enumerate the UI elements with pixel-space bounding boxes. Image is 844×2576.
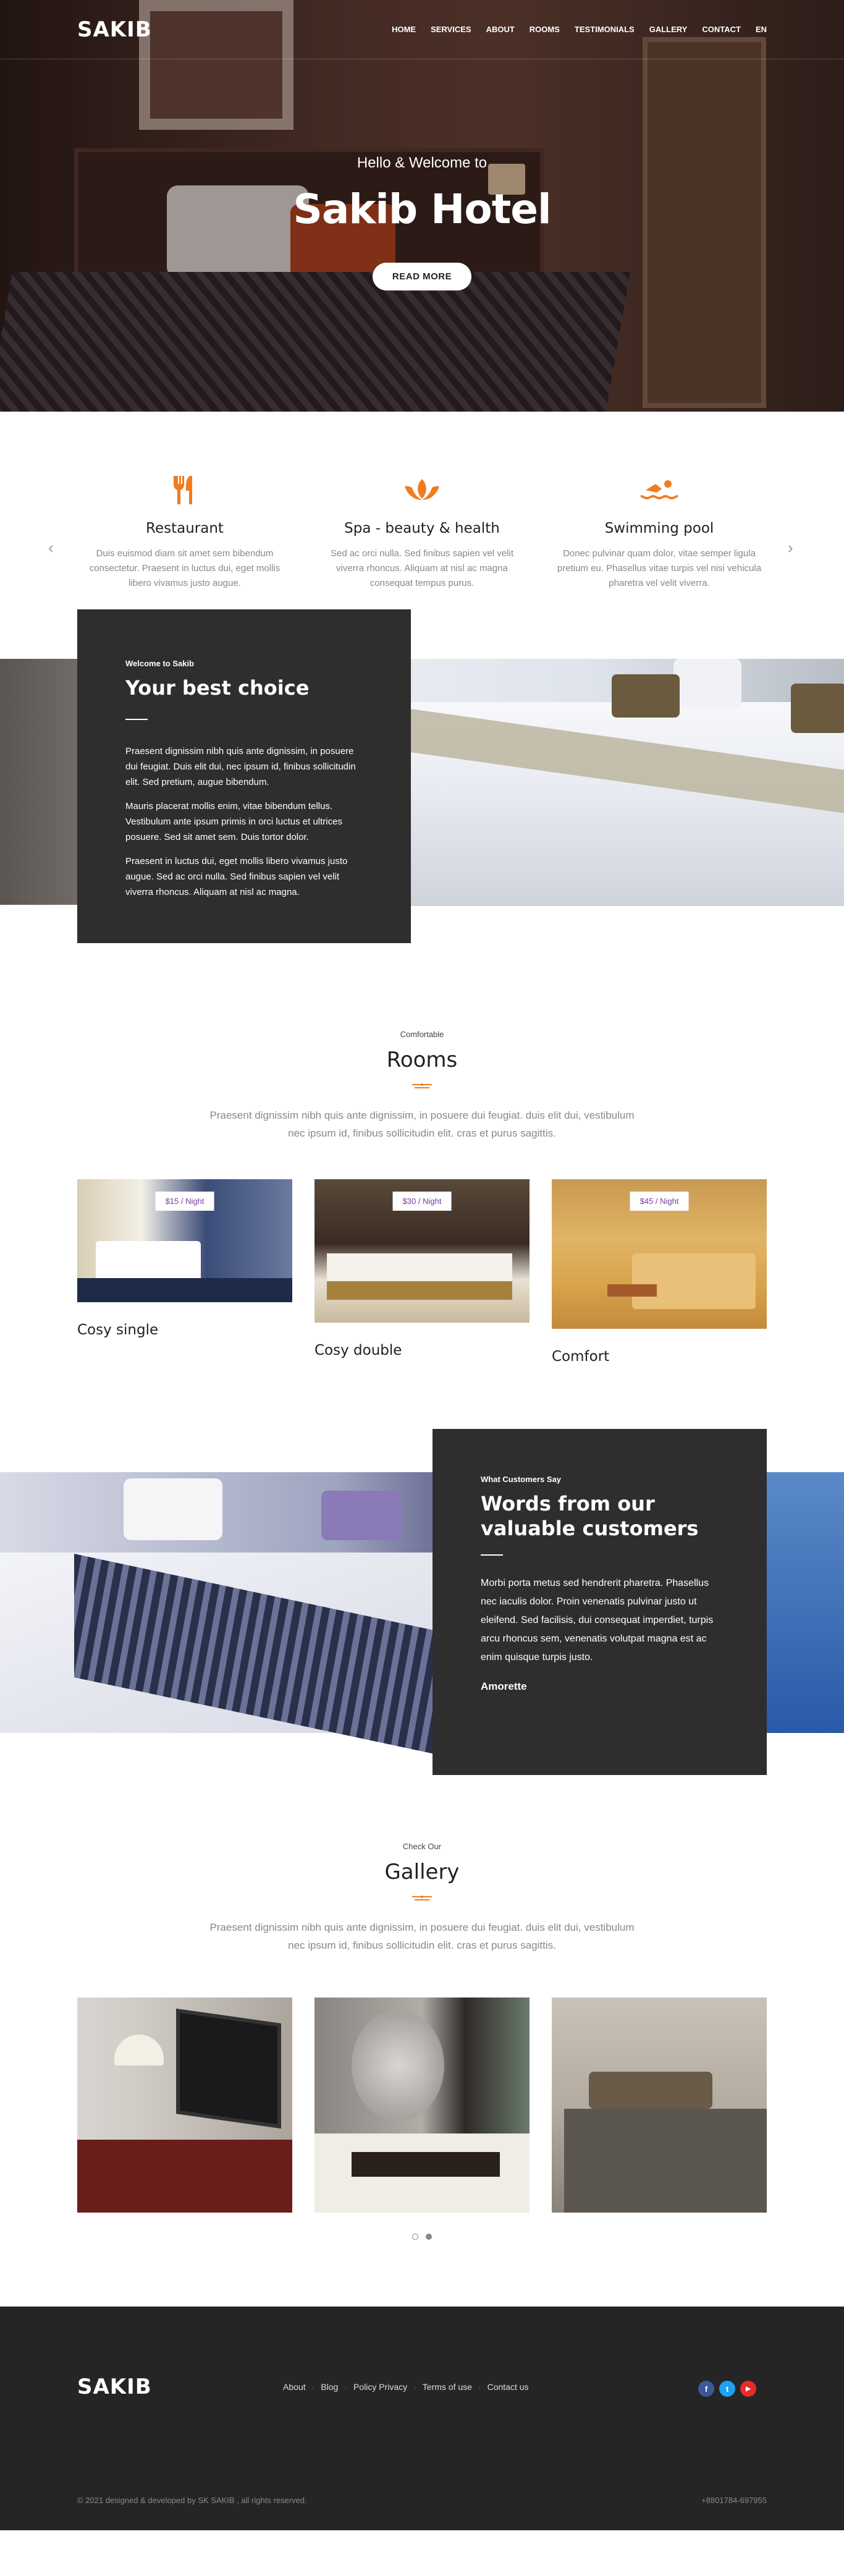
nav-item-contact[interactable]: CONTACT bbox=[702, 25, 741, 34]
footer-links: About · Blog · Policy Privacy · Terms of… bbox=[283, 2382, 529, 2392]
facebook-icon[interactable]: f bbox=[698, 2381, 714, 2397]
about-paragraph: Praesent dignissim nibh quis ante dignis… bbox=[125, 746, 356, 787]
about-paragraph: Mauris placerat mollis enim, vitae biben… bbox=[125, 801, 342, 842]
swimmer-icon bbox=[641, 480, 678, 499]
price-badge: $15 / Night bbox=[155, 1192, 214, 1211]
room-image[interactable]: $15 / Night bbox=[77, 1179, 292, 1302]
footer-link-about[interactable]: About bbox=[283, 2382, 306, 2392]
footer-link-privacy[interactable]: Policy Privacy bbox=[353, 2382, 407, 2392]
ornament-icon bbox=[412, 1083, 432, 1088]
nav-item-gallery[interactable]: GALLERY bbox=[649, 25, 688, 34]
room-name[interactable]: Comfort bbox=[552, 1349, 767, 1365]
testimonial-kicker: What Customers Say bbox=[481, 1475, 562, 1484]
social-links: f t ▶ bbox=[698, 2381, 756, 2397]
pagination-dot-active[interactable] bbox=[426, 2234, 432, 2240]
gallery-image-tv-desk[interactable] bbox=[77, 1998, 292, 2213]
room-image[interactable]: $30 / Night bbox=[314, 1179, 530, 1323]
room-image[interactable]: $45 / Night bbox=[552, 1179, 767, 1329]
testimonial-author: Amorette bbox=[481, 1680, 527, 1692]
link-separator: · bbox=[344, 2382, 347, 2392]
footer-logo[interactable]: SAKIB bbox=[77, 2375, 152, 2399]
pagination-dot[interactable] bbox=[412, 2234, 418, 2240]
link-separator: · bbox=[478, 2382, 481, 2392]
service-text: Donec pulvinar quam dolor, vitae semper … bbox=[557, 548, 762, 588]
gallery-pagination bbox=[0, 2234, 844, 2240]
footer-link-blog[interactable]: Blog bbox=[321, 2382, 338, 2392]
top-navigation: SAKIB HOME SERVICES ABOUT ROOMS TESTIMON… bbox=[0, 0, 844, 59]
youtube-icon[interactable]: ▶ bbox=[740, 2381, 756, 2397]
phone-number: +8801784-697955 bbox=[701, 2496, 767, 2505]
price-badge: $30 / Night bbox=[392, 1192, 452, 1211]
nav-item-about[interactable]: ABOUT bbox=[486, 25, 515, 34]
service-card-restaurant: Restaurant Duis euismod diam sit amet se… bbox=[66, 475, 303, 591]
language-selector[interactable]: EN bbox=[756, 25, 767, 34]
site-logo[interactable]: SAKIB bbox=[77, 17, 152, 42]
services-section: ‹ › Restaurant Duis euismod diam sit ame… bbox=[0, 412, 844, 603]
service-title: Restaurant bbox=[146, 520, 224, 536]
hero-title: Sakib Hotel bbox=[293, 185, 551, 233]
rooms-title: Rooms bbox=[386, 1048, 458, 1072]
nav-item-rooms[interactable]: ROOMS bbox=[530, 25, 560, 34]
divider bbox=[125, 719, 148, 720]
testimonial-card: What Customers Say Words from our valuab… bbox=[433, 1429, 767, 1775]
copyright-text: © 2021 designed & developed by SK SAKIB … bbox=[77, 2496, 307, 2505]
service-card-pool: Swimming pool Donec pulvinar quam dolor,… bbox=[541, 475, 778, 591]
service-text: Duis euismod diam sit amet sem bibendum … bbox=[89, 548, 281, 588]
lotus-icon bbox=[405, 479, 439, 500]
about-paragraph: Praesent in luctus dui, eget mollis libe… bbox=[125, 856, 348, 897]
room-name[interactable]: Cosy double bbox=[314, 1342, 530, 1358]
link-separator: · bbox=[413, 2382, 416, 2392]
hero-content: Hello & Welcome to Sakib Hotel READ MORE bbox=[0, 155, 844, 290]
testimonial-quote: Morbi porta metus sed hendrerit pharetra… bbox=[481, 1578, 714, 1663]
footer-bottom: © 2021 designed & developed by SK SAKIB … bbox=[77, 2496, 767, 2505]
testimonial-title: Words from our valuable customers bbox=[481, 1492, 699, 1540]
service-card-spa: Spa - beauty & health Sed ac orci nulla.… bbox=[303, 475, 541, 591]
gallery-section: Check Our Gallery Praesent dignissim nib… bbox=[0, 1775, 844, 2240]
room-name[interactable]: Cosy single bbox=[77, 1322, 292, 1338]
about-kicker: Welcome to Sakib bbox=[125, 659, 195, 668]
price-badge: $45 / Night bbox=[630, 1192, 689, 1211]
rooms-description: Praesent dignissim nibh quis ante dignis… bbox=[209, 1109, 635, 1139]
nav-item-testimonials[interactable]: TESTIMONIALS bbox=[575, 25, 635, 34]
gallery-title: Gallery bbox=[384, 1860, 460, 1884]
chevron-left-icon[interactable]: ‹ bbox=[48, 538, 54, 557]
room-card-cosy-single[interactable]: $15 / Night Cosy single bbox=[77, 1179, 292, 1338]
about-title: Your best choice bbox=[125, 676, 310, 700]
site-footer: SAKIB About · Blog · Policy Privacy · Te… bbox=[0, 2307, 844, 2530]
service-title: Spa - beauty & health bbox=[344, 520, 500, 536]
rooms-kicker: Comfortable bbox=[400, 1030, 444, 1039]
nav-item-home[interactable]: HOME bbox=[392, 25, 416, 34]
twitter-icon[interactable]: t bbox=[719, 2381, 735, 2397]
footer-link-terms[interactable]: Terms of use bbox=[423, 2382, 472, 2392]
rooms-section: Comfortable Rooms Praesent dignissim nib… bbox=[0, 980, 844, 1365]
testimonial-section: What Customers Say Words from our valuab… bbox=[0, 1429, 844, 1775]
fork-knife-icon bbox=[174, 476, 192, 504]
room-card-comfort[interactable]: $45 / Night Comfort bbox=[552, 1179, 767, 1365]
ornament-icon bbox=[412, 1896, 432, 1900]
hero-subtitle: Hello & Welcome to bbox=[357, 155, 487, 171]
about-card: Welcome to Sakib Your best choice Praese… bbox=[77, 609, 411, 943]
footer-link-contact[interactable]: Contact us bbox=[487, 2382, 529, 2392]
about-section: Welcome to Sakib Your best choice Praese… bbox=[0, 609, 844, 980]
hero-section: SAKIB HOME SERVICES ABOUT ROOMS TESTIMON… bbox=[0, 0, 844, 412]
service-title: Swimming pool bbox=[604, 520, 714, 536]
nav-menu: HOME SERVICES ABOUT ROOMS TESTIMONIALS G… bbox=[377, 25, 767, 34]
link-separator: · bbox=[311, 2382, 315, 2392]
service-text: Sed ac orci nulla. Sed finibus sapien ve… bbox=[330, 548, 513, 588]
read-more-button[interactable]: READ MORE bbox=[372, 263, 472, 290]
gallery-kicker: Check Our bbox=[402, 1842, 442, 1851]
gallery-image-tree-wall[interactable] bbox=[314, 1998, 530, 2213]
divider bbox=[481, 1554, 503, 1556]
gallery-description: Praesent dignissim nibh quis ante dignis… bbox=[209, 1921, 635, 1951]
gallery-image-modern-bedroom[interactable] bbox=[552, 1998, 767, 2213]
nav-item-services[interactable]: SERVICES bbox=[431, 25, 471, 34]
room-card-cosy-double[interactable]: $30 / Night Cosy double bbox=[314, 1179, 530, 1358]
chevron-right-icon[interactable]: › bbox=[788, 538, 793, 557]
